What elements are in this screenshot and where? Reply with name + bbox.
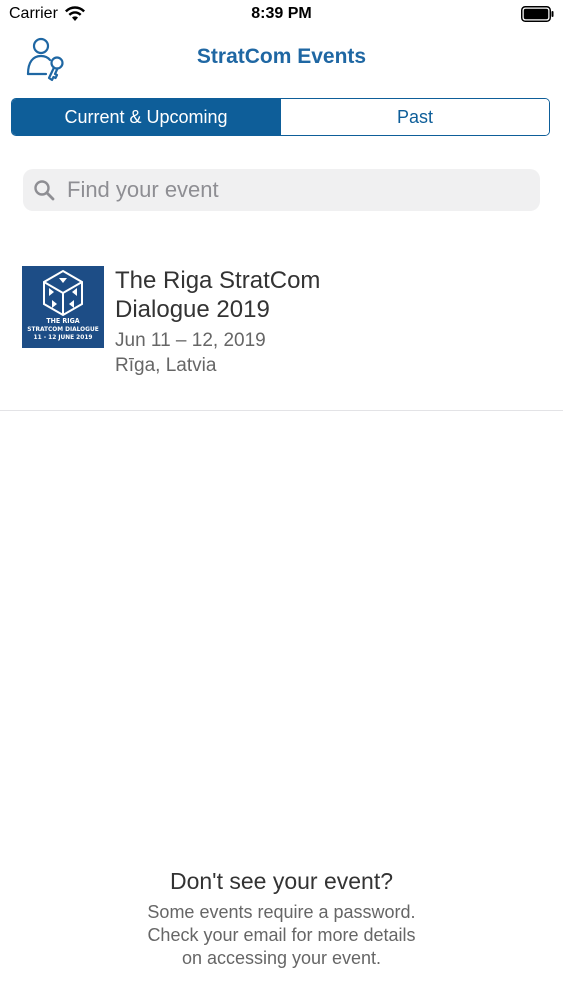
- tab-past[interactable]: Past: [280, 99, 549, 135]
- tab-current-upcoming[interactable]: Current & Upcoming: [12, 99, 280, 135]
- event-filter-segmented-control: Current & Upcoming Past: [11, 98, 550, 136]
- help-line: on accessing your event.: [181, 948, 382, 968]
- page-title: StratCom Events: [196, 45, 367, 68]
- event-title: The Riga StratCom Dialogue 2019: [115, 267, 321, 323]
- thumbnail-text-line3: 11 - 12 JUNE 2019: [33, 333, 93, 341]
- event-thumbnail: THE RIGA STRATCOM DIALOGUE 11 - 12 JUNE …: [22, 266, 104, 348]
- event-dates: Jun 11 – 12, 2019: [115, 330, 266, 351]
- search-icon: [34, 180, 55, 201]
- search-bar: [23, 169, 540, 211]
- help-body: Some events require a password. Check yo…: [0, 901, 563, 970]
- navigation-bar: StratCom Events: [0, 30, 563, 86]
- search-input[interactable]: [65, 176, 509, 204]
- help-line: Check your email for more details: [147, 925, 416, 945]
- battery-icon: [521, 6, 554, 22]
- event-location: Rīga, Latvia: [115, 355, 217, 376]
- help-title: Don't see your event?: [169, 868, 394, 894]
- status-time: 8:39 PM: [251, 5, 312, 22]
- status-bar: Carrier 8:39 PM: [0, 0, 563, 30]
- event-list-item[interactable]: THE RIGA STRATCOM DIALOGUE 11 - 12 JUNE …: [0, 250, 563, 411]
- help-line: Some events require a password.: [147, 902, 416, 922]
- help-section: Don't see your event? Some events requir…: [0, 868, 563, 970]
